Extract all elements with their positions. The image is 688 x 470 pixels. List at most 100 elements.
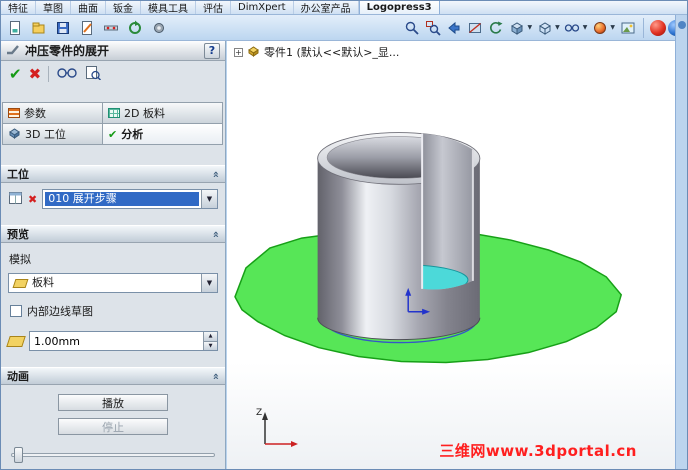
panel-title-bar: 冲压零件的展开 ? bbox=[1, 41, 225, 61]
triad-z-label: Z bbox=[256, 408, 262, 418]
play-button[interactable]: 播放 bbox=[58, 394, 168, 411]
chevron-down-icon[interactable]: ▼ bbox=[201, 274, 217, 292]
section-title: 工位 bbox=[7, 168, 29, 181]
section-header-preview[interactable]: 预览 » bbox=[1, 225, 225, 243]
section-header-animation[interactable]: 动画 » bbox=[1, 367, 225, 385]
task-pane-icon[interactable] bbox=[677, 21, 686, 29]
ok-button[interactable]: ✔ bbox=[9, 66, 22, 82]
panel-action-row: ✔ ✖ bbox=[1, 61, 225, 87]
tab-label: 分析 bbox=[121, 128, 144, 141]
save-icon[interactable] bbox=[52, 17, 74, 39]
menu-tab-sheetmetal[interactable]: 钣金 bbox=[106, 1, 141, 14]
spin-down-icon[interactable]: ▼ bbox=[204, 340, 217, 350]
inner-edge-checkbox[interactable] bbox=[10, 305, 22, 317]
menu-tab-sketch[interactable]: 草图 bbox=[36, 1, 71, 14]
section-header-station[interactable]: 工位 » bbox=[1, 165, 225, 183]
new-file-icon[interactable] bbox=[4, 17, 26, 39]
slider-thumb[interactable] bbox=[14, 447, 23, 463]
unfold-tool-icon bbox=[6, 43, 20, 58]
thickness-input[interactable] bbox=[30, 332, 203, 350]
graphics-area[interactable]: + 零件1 (默认<<默认>_显... Z 三维网www.3dportal.cn bbox=[227, 41, 675, 469]
menu-tab-surfaces[interactable]: 曲面 bbox=[71, 1, 106, 14]
tab-parameters[interactable]: 参数 bbox=[2, 102, 103, 124]
file-toolbar-group bbox=[1, 17, 173, 39]
dropdown-caret[interactable]: ▼ bbox=[528, 24, 533, 31]
display-style-icon[interactable] bbox=[535, 18, 554, 37]
analysis-check-icon: ✔ bbox=[108, 127, 118, 141]
zoom-fit-icon[interactable] bbox=[403, 18, 422, 37]
menu-tab-logopress3[interactable]: Logopress3 bbox=[358, 1, 440, 14]
view-orientation-icon[interactable] bbox=[508, 18, 527, 37]
delete-step-icon[interactable]: ✖ bbox=[28, 194, 37, 205]
menu-tab-dimxpert[interactable]: DimXpert bbox=[231, 1, 294, 14]
tab-2d-blank[interactable]: 2D 板料 bbox=[102, 102, 223, 124]
dropdown-caret[interactable]: ▼ bbox=[583, 24, 588, 31]
tab-3d-station[interactable]: 3D 工位 bbox=[2, 123, 103, 145]
property-manager-panel: 冲压零件的展开 ? ✔ ✖ 参数 2D 板料 3D 工位 ✔ 分析 工位 » ✖… bbox=[1, 41, 226, 469]
panel-title: 冲压零件的展开 bbox=[25, 44, 110, 58]
animation-slider[interactable] bbox=[9, 447, 217, 463]
spin-up-icon[interactable]: ▲ bbox=[204, 332, 217, 341]
view-toolbar-group: ▼ ▼ ▼ ▼ bbox=[400, 18, 641, 37]
animation-buttons: 播放 停止 bbox=[1, 385, 225, 435]
gear-icon[interactable] bbox=[148, 17, 170, 39]
menu-tab-features[interactable]: 特征 bbox=[1, 1, 36, 14]
collapse-chevron-icon[interactable]: » bbox=[209, 170, 222, 177]
help-sphere-icon[interactable] bbox=[650, 19, 666, 36]
menu-bar: 特征 草图 曲面 钣金 模具工具 评估 DimXpert 办公室产品 Logop… bbox=[1, 1, 687, 15]
previous-view-icon[interactable] bbox=[445, 18, 464, 37]
preview-page-icon[interactable] bbox=[85, 65, 102, 83]
chevron-down-icon[interactable]: ▼ bbox=[201, 190, 217, 208]
station-step-row: ✖ 010 展开步骤 ▼ bbox=[1, 183, 225, 209]
document-pencil-icon[interactable] bbox=[76, 17, 98, 39]
scene-icon[interactable] bbox=[618, 18, 637, 37]
zoom-area-icon[interactable] bbox=[424, 18, 443, 37]
glasses-icon[interactable] bbox=[56, 66, 78, 82]
station-3d-icon bbox=[8, 127, 21, 142]
section-title: 预览 bbox=[7, 228, 29, 241]
hide-show-icon[interactable] bbox=[563, 18, 582, 37]
tree-item-label: 零件1 (默认<<默认>_显... bbox=[264, 46, 400, 59]
dropdown-caret[interactable]: ▼ bbox=[610, 24, 615, 31]
blank-2d-icon bbox=[108, 108, 120, 118]
tree-expander-icon[interactable]: + bbox=[234, 47, 243, 57]
dropdown-caret[interactable]: ▼ bbox=[555, 24, 560, 31]
collapse-chevron-icon[interactable]: » bbox=[209, 372, 222, 379]
menu-tab-office[interactable]: 办公室产品 bbox=[294, 1, 359, 14]
rebuild-icon[interactable] bbox=[124, 17, 146, 39]
tab-analysis[interactable]: ✔ 分析 bbox=[102, 123, 223, 145]
help-button[interactable]: ? bbox=[204, 42, 220, 59]
panel-tab-grid: 参数 2D 板料 3D 工位 ✔ 分析 bbox=[2, 102, 223, 145]
blank-combobox-value: 板料 bbox=[32, 276, 54, 289]
rotate-view-icon[interactable] bbox=[487, 18, 506, 37]
collapse-chevron-icon[interactable]: » bbox=[209, 230, 222, 237]
thickness-row: ▲ ▼ bbox=[1, 319, 225, 351]
stop-button: 停止 bbox=[58, 418, 168, 435]
cancel-button[interactable]: ✖ bbox=[29, 66, 42, 82]
app-window: 特征 草图 曲面 钣金 模具工具 评估 DimXpert 办公室产品 Logop… bbox=[0, 0, 688, 470]
section-view-icon[interactable] bbox=[466, 18, 485, 37]
inner-edge-checkbox-row: 内部边线草图 bbox=[1, 293, 225, 319]
menu-tab-evaluate[interactable]: 评估 bbox=[196, 1, 231, 14]
thickness-spinner: ▲ ▼ bbox=[203, 332, 217, 350]
blank-combobox[interactable]: 板料 ▼ bbox=[8, 273, 218, 293]
step-combobox[interactable]: 010 展开步骤 ▼ bbox=[42, 189, 218, 209]
step-combobox-value: 010 展开步骤 bbox=[45, 192, 199, 206]
toolbar-separator bbox=[643, 17, 644, 38]
sheet-icon bbox=[12, 278, 29, 288]
feature-tree-root[interactable]: + 零件1 (默认<<默认>_显... bbox=[234, 44, 399, 60]
menu-tab-moldtools[interactable]: 模具工具 bbox=[141, 1, 196, 14]
slider-track bbox=[11, 453, 215, 457]
tab-label: 2D 板料 bbox=[124, 107, 165, 120]
model-canvas[interactable] bbox=[227, 41, 675, 469]
task-pane-strip[interactable] bbox=[675, 15, 687, 469]
simulate-label: 模拟 bbox=[9, 253, 31, 266]
open-file-icon[interactable] bbox=[28, 17, 50, 39]
action-separator bbox=[48, 66, 50, 82]
watermark-text: 三维网www.3dportal.cn bbox=[439, 442, 637, 460]
blank-combo-row: 板料 ▼ bbox=[1, 267, 225, 293]
strip-die-icon[interactable] bbox=[100, 17, 122, 39]
appearance-icon[interactable] bbox=[590, 18, 609, 37]
tab-label: 参数 bbox=[24, 107, 46, 120]
section-title: 动画 bbox=[7, 370, 29, 383]
